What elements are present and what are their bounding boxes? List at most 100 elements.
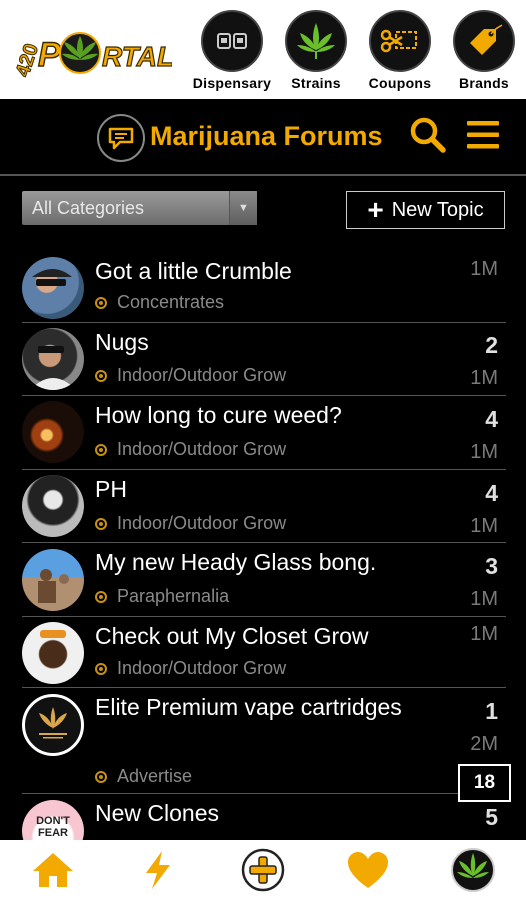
topic-age: 1M bbox=[470, 515, 498, 537]
svg-text:P: P bbox=[38, 36, 61, 74]
topic-category: Indoor/Outdoor Grow bbox=[95, 365, 286, 386]
page-count-badge[interactable]: 18 bbox=[458, 764, 511, 802]
topic-age: 1M bbox=[470, 258, 498, 280]
reply-count: 5 bbox=[485, 804, 498, 830]
topic-category: Concentrates bbox=[95, 292, 224, 313]
tab-home[interactable] bbox=[0, 840, 105, 900]
category-label: Indoor/Outdoor Grow bbox=[117, 365, 287, 385]
category-dot-icon bbox=[95, 770, 107, 783]
profile-leaf-icon bbox=[451, 848, 496, 892]
menu-button[interactable] bbox=[466, 118, 500, 152]
page-title: Marijuana Forums bbox=[150, 121, 383, 151]
topic-row[interactable]: DON'T FEAR New Clones 5 bbox=[22, 794, 506, 840]
dispensary-icon bbox=[201, 10, 263, 72]
category-select[interactable]: All Categories ▼ bbox=[22, 191, 257, 225]
chevron-down-icon: ▼ bbox=[229, 191, 257, 225]
topic-title: New Clones bbox=[95, 800, 219, 826]
reply-count: 3 bbox=[485, 553, 498, 579]
new-topic-button[interactable]: + New Topic bbox=[346, 191, 505, 229]
category-label: Indoor/Outdoor Grow bbox=[117, 439, 287, 459]
category-dot-icon bbox=[95, 369, 107, 382]
category-dot-icon bbox=[95, 443, 107, 456]
tab-activity[interactable] bbox=[105, 840, 210, 900]
topic-title: Elite Premium vape cartridges bbox=[95, 694, 402, 720]
topic-title: Nugs bbox=[95, 329, 149, 355]
top-header: 420 P RTAL Dispensary Strains Coupons Br… bbox=[0, 0, 526, 99]
category-label: Concentrates bbox=[117, 292, 225, 312]
chat-bubble-icon bbox=[97, 114, 145, 162]
svg-text:DON'T: DON'T bbox=[36, 815, 70, 827]
lightning-icon bbox=[145, 851, 170, 889]
avatar: DON'T FEAR bbox=[22, 800, 84, 840]
topic-title: Got a little Crumble bbox=[95, 258, 292, 284]
avatar bbox=[22, 401, 84, 463]
topic-row[interactable]: My new Heady Glass bong. Paraphernalia 3… bbox=[22, 543, 506, 617]
category-label: Indoor/Outdoor Grow bbox=[117, 513, 287, 533]
topic-category: Indoor/Outdoor Grow bbox=[95, 439, 286, 460]
reply-count: 1 bbox=[485, 698, 498, 724]
scissors-coupon-icon bbox=[369, 10, 431, 72]
topic-category: Indoor/Outdoor Grow bbox=[95, 513, 286, 534]
nav-dispensary[interactable]: Dispensary bbox=[190, 10, 274, 91]
nav-strains-label: Strains bbox=[291, 75, 341, 91]
plus-icon: + bbox=[367, 194, 384, 225]
search-icon bbox=[410, 117, 446, 153]
category-select-value: All Categories bbox=[32, 198, 145, 218]
cannabis-leaf-logo-icon: 420 P RTAL bbox=[11, 32, 175, 80]
topic-age: 1M bbox=[470, 441, 498, 463]
tab-add[interactable] bbox=[210, 840, 315, 900]
category-dot-icon bbox=[95, 590, 107, 603]
svg-text:FEAR: FEAR bbox=[38, 827, 68, 839]
category-dot-icon bbox=[95, 517, 107, 530]
category-dot-icon bbox=[95, 662, 107, 675]
avatar bbox=[22, 475, 84, 537]
avatar bbox=[22, 694, 84, 756]
app-screen: 420 P RTAL Dispensary Strains Coupons Br… bbox=[0, 0, 526, 900]
avatar bbox=[22, 257, 84, 319]
topic-row[interactable]: Got a little Crumble Concentrates 1M bbox=[22, 250, 506, 323]
forum-bar: Marijuana Forums bbox=[0, 99, 526, 176]
nav-strains[interactable]: Strains bbox=[274, 10, 358, 91]
topic-age: 2M bbox=[470, 733, 498, 755]
nav-coupons-label: Coupons bbox=[368, 75, 432, 91]
topic-title: My new Heady Glass bong. bbox=[95, 549, 377, 575]
nav-brands[interactable]: Brands bbox=[442, 10, 526, 91]
topic-row[interactable]: Check out My Closet Grow Indoor/Outdoor … bbox=[22, 617, 506, 688]
svg-text:RTAL: RTAL bbox=[102, 41, 172, 72]
topic-row[interactable]: Nugs Indoor/Outdoor Grow 2 1M bbox=[22, 323, 506, 396]
tab-favorites[interactable] bbox=[316, 840, 421, 900]
category-label: Indoor/Outdoor Grow bbox=[117, 658, 287, 678]
topic-row[interactable]: PH Indoor/Outdoor Grow 4 1M bbox=[22, 470, 506, 543]
plus-circle-icon bbox=[241, 848, 285, 892]
reply-count: 4 bbox=[485, 480, 498, 506]
nav-brands-label: Brands bbox=[458, 75, 510, 91]
nav-dispensary-label: Dispensary bbox=[192, 75, 272, 91]
tab-profile[interactable] bbox=[421, 840, 526, 900]
topic-title: How long to cure weed? bbox=[95, 402, 342, 428]
new-topic-label: New Topic bbox=[391, 198, 484, 221]
topic-age: 1M bbox=[470, 623, 498, 645]
hamburger-menu-icon bbox=[467, 121, 499, 149]
topic-category: Advertise bbox=[95, 766, 192, 787]
logo[interactable]: 420 P RTAL bbox=[11, 20, 175, 82]
topic-age: 1M bbox=[470, 588, 498, 610]
leaf-icon bbox=[285, 10, 347, 72]
reply-count: 4 bbox=[485, 406, 498, 432]
category-label: Paraphernalia bbox=[117, 586, 230, 606]
topic-age: 1M bbox=[470, 367, 498, 389]
reply-count: 2 bbox=[485, 332, 498, 358]
top-nav: Dispensary Strains Coupons Brands bbox=[190, 10, 526, 91]
topic-title: PH bbox=[95, 476, 127, 502]
category-dot-icon bbox=[95, 296, 107, 309]
topic-title: Check out My Closet Grow bbox=[95, 623, 369, 649]
tag-icon bbox=[453, 10, 515, 72]
nav-coupons[interactable]: Coupons bbox=[358, 10, 442, 91]
topic-row[interactable]: How long to cure weed? Indoor/Outdoor Gr… bbox=[22, 396, 506, 470]
search-button[interactable] bbox=[408, 115, 448, 155]
topic-row[interactable]: Elite Premium vape cartridges Advertise … bbox=[22, 688, 506, 794]
topic-category: Indoor/Outdoor Grow bbox=[95, 658, 286, 679]
home-icon bbox=[32, 853, 73, 887]
avatar bbox=[22, 328, 84, 390]
avatar bbox=[22, 622, 84, 684]
avatar bbox=[22, 549, 84, 611]
